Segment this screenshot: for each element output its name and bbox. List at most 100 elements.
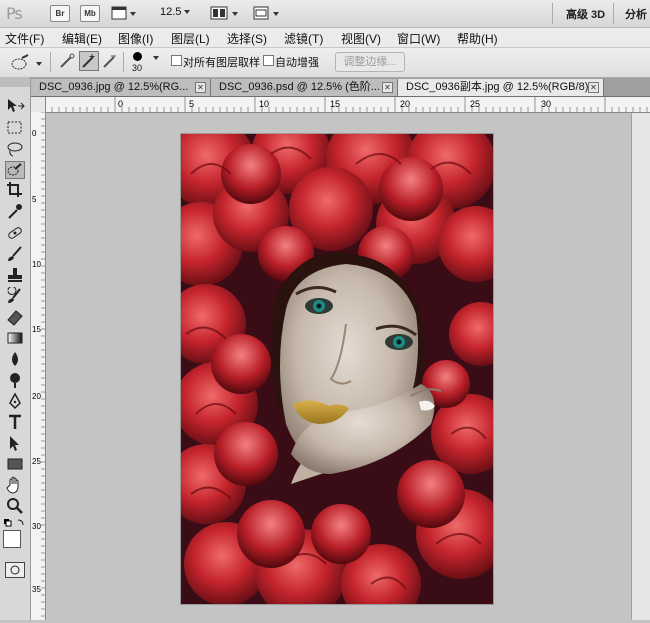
brush-size: 30 — [132, 63, 143, 73]
quick-select-tool[interactable] — [5, 161, 25, 179]
zoom-tool[interactable] — [5, 497, 25, 515]
panel-grip[interactable] — [0, 77, 30, 87]
spot-healing-tool[interactable] — [5, 224, 25, 242]
brush-tool[interactable] — [5, 245, 25, 263]
chevron-down-icon — [184, 10, 191, 15]
photoshop-logo: Ps — [6, 4, 23, 23]
sample-all-layers-checkbox[interactable] — [171, 55, 182, 66]
menu-window[interactable]: 窗口(W) — [397, 30, 440, 47]
ruler-label: 15 — [330, 99, 340, 109]
quick-mask-icon — [10, 565, 20, 575]
crop-tool[interactable] — [5, 181, 25, 199]
eraser-tool[interactable] — [5, 308, 25, 326]
workspace-3d[interactable]: 高级 3D — [566, 6, 605, 22]
brush-select-new-icon — [60, 53, 75, 68]
menu-view[interactable]: 视图(V) — [341, 30, 381, 47]
bridge-button[interactable]: Br — [50, 5, 70, 22]
ruler-label: 10 — [259, 99, 269, 109]
quick-mask-button[interactable] — [5, 562, 25, 578]
path-select-icon — [10, 436, 19, 451]
ruler-label: 5 — [32, 195, 37, 204]
clone-stamp-tool[interactable] — [5, 266, 25, 284]
brush-picker[interactable]: 30 — [132, 51, 162, 75]
tab-document-3[interactable]: DSC_0936副本.jpg @ 12.5%(RGB/8) ✕ — [398, 79, 604, 96]
zoom-icon — [7, 498, 23, 514]
tab-document-2[interactable]: DSC_0936.psd @ 12.5% (色阶... ✕ — [211, 79, 398, 96]
horizontal-ruler[interactable]: 5051015202530 — [31, 97, 650, 113]
application-bar: Ps Br Mb 12.5 高级 3D 分析 — [0, 0, 650, 28]
add-to-selection-button[interactable] — [79, 51, 99, 71]
zoom-level[interactable]: 12.5 — [160, 6, 191, 18]
menu-bar: 文件(F) 编辑(E) 图像(I) 图层(L) 选择(S) 滤镜(T) 视图(V… — [0, 28, 650, 48]
quick-select-icon — [7, 163, 22, 176]
brush-select-subtract-icon — [103, 55, 116, 68]
dodge-tool[interactable] — [5, 371, 25, 389]
marquee-tool[interactable] — [5, 119, 25, 137]
portrait-photo — [181, 134, 493, 604]
blur-tool[interactable] — [5, 350, 25, 368]
document-image[interactable] — [181, 134, 493, 604]
arrange-documents-icon — [210, 6, 238, 20]
history-brush-tool[interactable] — [5, 286, 25, 305]
mini-bridge-button[interactable]: Mb — [80, 5, 100, 22]
tab-label: DSC_0936.jpg @ 12.5%(RG... — [39, 81, 189, 93]
tools-panel — [0, 77, 31, 620]
divider — [613, 3, 614, 24]
menu-help[interactable]: 帮助(H) — [457, 30, 498, 47]
path-selection-tool[interactable] — [5, 434, 25, 452]
auto-enhance-checkbox[interactable] — [263, 55, 274, 66]
refine-edge-button[interactable]: 调整边缘... — [335, 52, 405, 72]
tab-label: DSC_0936.psd @ 12.5% (色阶... — [219, 81, 380, 93]
divider — [50, 52, 51, 72]
arrange-documents-button[interactable] — [210, 5, 240, 21]
close-icon[interactable]: ✕ — [195, 82, 206, 93]
default-colors-button[interactable] — [3, 517, 27, 527]
screen-mode-button[interactable] — [252, 5, 282, 21]
menu-select[interactable]: 选择(S) — [227, 30, 267, 47]
pen-tool[interactable] — [5, 392, 25, 410]
shape-icon — [7, 458, 23, 470]
ruler-label: 35 — [32, 585, 41, 594]
move-tool[interactable] — [5, 97, 25, 115]
clone-stamp-icon — [8, 268, 22, 282]
tab-document-1[interactable]: DSC_0936.jpg @ 12.5%(RG... ✕ — [31, 79, 211, 96]
menu-edit[interactable]: 编辑(E) — [62, 30, 102, 47]
ruler-label: 30 — [32, 522, 41, 531]
gradient-icon — [7, 332, 23, 344]
type-tool[interactable] — [5, 413, 25, 431]
subtract-from-selection-button[interactable] — [101, 52, 119, 73]
view-extras-button[interactable] — [111, 5, 137, 21]
workspace-analysis[interactable]: 分析 — [625, 6, 647, 22]
eyedropper-tool[interactable] — [5, 202, 25, 220]
hand-icon — [6, 476, 19, 494]
close-icon[interactable]: ✕ — [382, 82, 393, 93]
menu-image[interactable]: 图像(I) — [118, 30, 153, 47]
ruler-label: 10 — [32, 260, 41, 269]
vertical-scrollbar[interactable] — [631, 113, 650, 620]
brush-tip-icon — [133, 52, 142, 61]
new-selection-button[interactable] — [58, 52, 76, 73]
lasso-tool[interactable] — [5, 140, 25, 158]
menu-filter[interactable]: 滤镜(T) — [284, 30, 323, 47]
move-icon — [8, 99, 25, 112]
type-icon — [9, 414, 21, 429]
foreground-color-swatch[interactable] — [3, 530, 21, 548]
brush-icon — [8, 246, 22, 261]
ruler-label: 20 — [32, 392, 41, 401]
hand-tool[interactable] — [5, 476, 25, 494]
close-icon[interactable]: ✕ — [588, 82, 599, 93]
vertical-ruler[interactable]: 0 5 10 15 20 25 30 35 — [31, 111, 46, 620]
spot-heal-icon — [8, 227, 22, 239]
tool-preset-picker[interactable] — [10, 54, 44, 75]
ruler-ticks: 0 5 10 15 20 25 30 35 — [32, 111, 45, 617]
history-brush-icon — [7, 286, 21, 303]
menu-layer[interactable]: 图层(L) — [171, 30, 210, 47]
swap-colors-icon — [4, 519, 24, 527]
menu-file[interactable]: 文件(F) — [5, 30, 44, 47]
ruler-origin[interactable] — [31, 97, 46, 113]
eraser-icon — [7, 310, 23, 326]
gradient-tool[interactable] — [5, 329, 25, 347]
shape-tool[interactable] — [5, 455, 25, 473]
tab-label: DSC_0936副本.jpg @ 12.5%(RGB/8) — [406, 81, 589, 93]
sample-all-layers-label: 对所有图层取样 — [183, 57, 260, 69]
